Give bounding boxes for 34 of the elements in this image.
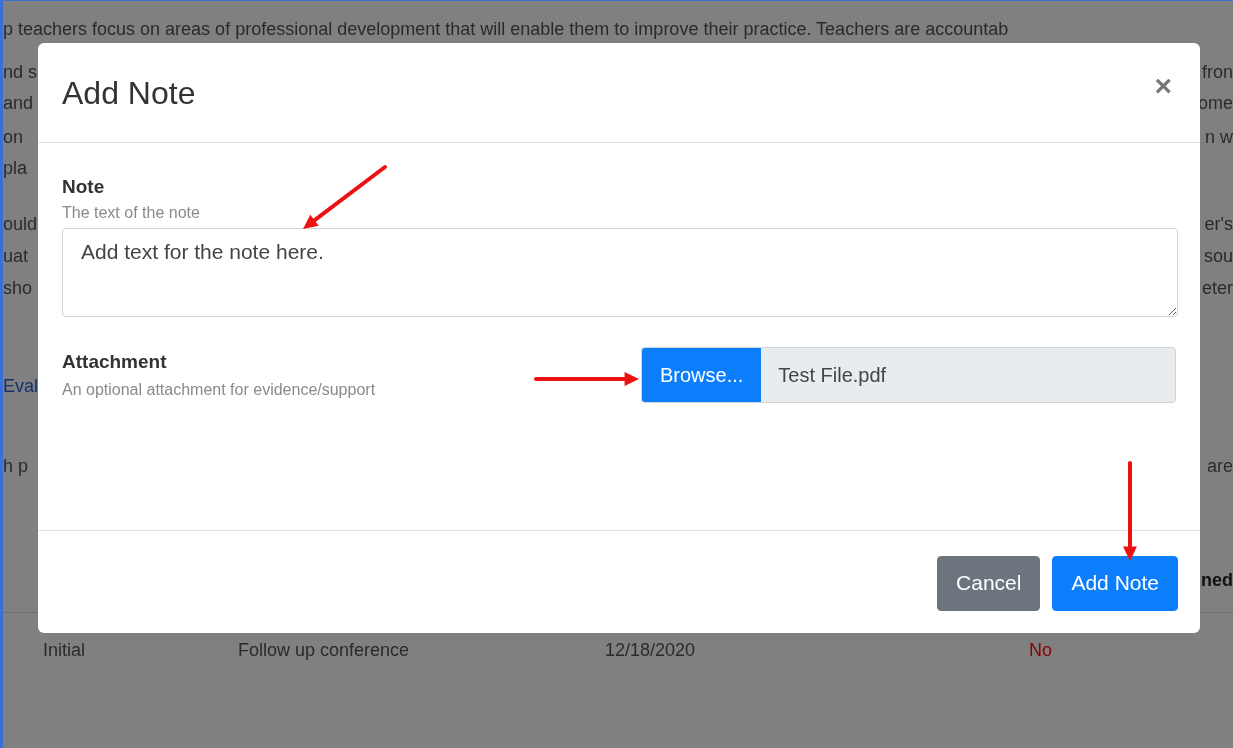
page-text: p teachers focus on areas of professional development that will enable them to improve their practice. Teachers are accountab <box>3 19 1009 39</box>
table-cell: Initial <box>43 640 86 660</box>
page-text: ould <box>3 213 38 235</box>
browse-button[interactable]: Browse... <box>641 348 762 402</box>
page-text: fron <box>1201 61 1233 83</box>
page-text: are <box>1207 455 1233 477</box>
add-note-button[interactable]: Add Note <box>1052 555 1178 611</box>
file-name: Test File.pdf <box>778 364 887 386</box>
page-link[interactable]: Eval <box>3 375 38 397</box>
page-text: on <box>3 126 24 148</box>
cancel-button[interactable]: Cancel <box>937 555 1041 611</box>
page-text: nd s <box>3 61 38 83</box>
page-text: ned <box>1201 569 1233 591</box>
page-text: sou <box>1203 245 1233 267</box>
page-text: sho <box>3 277 33 299</box>
note-field[interactable]: Add text for the note here. <box>62 228 1178 317</box>
help-text: The text of the note <box>62 203 201 223</box>
page-text: pla <box>3 157 28 179</box>
field-label: Attachment <box>62 351 167 373</box>
file-input[interactable]: Browse... Test File.pdf <box>640 347 1176 403</box>
page-text: ome <box>1198 92 1233 114</box>
page-text: n w <box>1205 126 1233 148</box>
page-text: uat <box>3 245 29 267</box>
dialog-title: Add Note <box>62 81 196 104</box>
table-cell: No <box>1029 640 1052 660</box>
page-text: and <box>3 92 34 114</box>
close-button[interactable]: × <box>1154 70 1172 101</box>
page-text: eter <box>1201 277 1233 299</box>
page-text: er's <box>1204 213 1233 235</box>
field-label: Note <box>62 176 106 198</box>
page-text: h p <box>3 455 29 477</box>
help-text: An optional attachment for evidence/support <box>62 380 376 400</box>
table-cell: 12/18/2020 <box>605 640 696 660</box>
table-cell: Follow up conference <box>238 640 410 660</box>
